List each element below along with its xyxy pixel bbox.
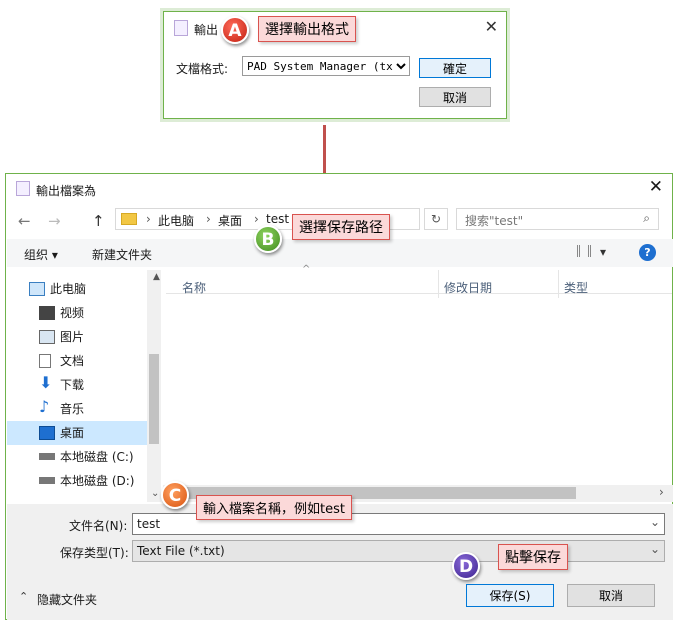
app-icon — [16, 181, 30, 196]
view-icon[interactable] — [577, 245, 591, 257]
chevron-right-icon: › — [146, 212, 151, 226]
search-icon: ⌕ — [643, 211, 650, 225]
chevron-down-icon[interactable]: ⌄ — [650, 542, 660, 556]
column-name[interactable]: 名称 — [182, 279, 206, 296]
step-a-badge: A — [221, 16, 249, 44]
step-a-callout: 選擇輸出格式 — [258, 16, 356, 42]
sidebar-item-label: 视频 — [60, 306, 85, 320]
export-dialog-title: 輸出 — [194, 23, 219, 37]
close-icon[interactable]: ✕ — [649, 177, 663, 197]
cancel-button[interactable]: 取消 — [419, 87, 491, 107]
scroll-right-icon[interactable]: › — [659, 485, 664, 499]
chevron-up-icon[interactable]: ⌃ — [19, 590, 28, 603]
filetype-select[interactable]: Text File (*.txt) ⌄ — [132, 540, 665, 562]
sidebar-scrollbar-thumb[interactable] — [149, 354, 159, 444]
sidebar-item-label: 桌面 — [60, 426, 85, 440]
sidebar-item-downloads[interactable]: ⬇ 下载 — [7, 373, 152, 397]
step-c-callout: 輸入檔案名稱，例如test — [196, 495, 352, 520]
sidebar-item-drive-c[interactable]: 本地磁盘 (C:) — [7, 445, 152, 469]
filetype-label: 保存类型(T): — [60, 546, 129, 560]
organize-button[interactable]: 组织 ▾ — [24, 246, 58, 263]
music-icon: ♪ — [39, 397, 50, 416]
column-type[interactable]: 类型 — [564, 279, 588, 296]
step-d-callout: 點擊保存 — [498, 544, 568, 570]
sidebar-item-music[interactable]: ♪ 音乐 — [7, 397, 152, 421]
sidebar-item-label: 图片 — [60, 330, 85, 344]
filetype-value: Text File (*.txt) — [137, 544, 225, 558]
search-placeholder: 搜索"test" — [465, 214, 524, 228]
breadcrumb-item[interactable]: 桌面 — [218, 212, 242, 229]
folder-icon — [121, 213, 137, 225]
format-select[interactable]: PAD System Manager (txt) — [242, 56, 410, 76]
filename-label: 文件名(N): — [69, 519, 128, 533]
sidebar-item-drive-d[interactable]: 本地磁盘 (D:) — [7, 469, 152, 493]
search-input[interactable]: 搜索"test" ⌕ — [456, 208, 659, 230]
help-icon[interactable]: ? — [639, 244, 656, 261]
desktop-icon — [39, 426, 55, 440]
sidebar-item-label: 文档 — [60, 354, 85, 368]
forward-icon[interactable]: → — [48, 212, 61, 230]
drive-icon — [39, 453, 55, 460]
step-b-badge: B — [254, 225, 282, 253]
sidebar-item-label: 音乐 — [60, 402, 85, 416]
column-date[interactable]: 修改日期 — [444, 279, 492, 296]
close-icon[interactable]: ✕ — [485, 17, 498, 36]
step-d-badge: D — [452, 552, 480, 580]
sort-up-icon: ^ — [302, 264, 311, 275]
sidebar-item-label: 本地磁盘 (D:) — [60, 474, 135, 488]
format-label: 文檔格式: — [176, 62, 229, 76]
chevron-right-icon: › — [206, 212, 211, 226]
filename-value: test — [137, 517, 161, 531]
chevron-down-icon[interactable]: ⌄ — [650, 515, 660, 529]
toolbar: 组织 ▾ 新建文件夹 ▾ ? — [7, 239, 673, 267]
save-dialog-title: 輸出檔案為 — [36, 184, 97, 198]
scroll-up-icon[interactable]: ▲ — [153, 272, 160, 282]
sidebar-item-documents[interactable]: 文档 — [7, 349, 152, 373]
new-folder-button[interactable]: 新建文件夹 — [92, 246, 152, 263]
breadcrumb-item[interactable]: test — [266, 212, 289, 226]
back-icon[interactable]: ← — [18, 212, 31, 230]
file-list-header: 名称 ^ 修改日期 类型 — [166, 264, 672, 298]
save-dialog: 輸出檔案為 ✕ ← → ↑ › 此电脑 › 桌面 › test ↻ 搜索"tes… — [5, 173, 673, 620]
breadcrumb-item[interactable]: 此电脑 — [158, 212, 194, 229]
sidebar-item-desktop[interactable]: 桌面 — [7, 421, 152, 445]
download-icon: ⬇ — [39, 373, 53, 392]
sidebar-item-label: 此电脑 — [50, 282, 87, 296]
navigation-pane: 此电脑 视频 图片 文档 ⬇ 下载 ♪ 音乐 桌面 本地磁盘 (C:) 本地磁盘… — [7, 267, 162, 503]
picture-icon — [39, 330, 55, 344]
app-icon — [174, 20, 188, 36]
ok-button[interactable]: 確定 — [419, 58, 491, 78]
computer-icon — [29, 282, 45, 296]
chevron-down-icon[interactable]: ⌄ — [151, 488, 159, 499]
sidebar-item-this-pc[interactable]: 此电脑 — [7, 277, 152, 301]
view-dropdown[interactable]: ▾ — [600, 245, 606, 259]
up-icon[interactable]: ↑ — [92, 212, 105, 230]
hide-folders-toggle[interactable]: 隐藏文件夹 — [37, 591, 97, 608]
sidebar-item-label: 下载 — [60, 378, 85, 392]
sidebar-item-pictures[interactable]: 图片 — [7, 325, 152, 349]
cancel-button[interactable]: 取消 — [567, 584, 655, 607]
step-c-badge: C — [161, 481, 189, 509]
refresh-icon[interactable]: ↻ — [424, 208, 448, 230]
sidebar-item-videos[interactable]: 视频 — [7, 301, 152, 325]
sidebar-item-label: 本地磁盘 (C:) — [60, 450, 134, 464]
step-b-callout: 選擇保存路径 — [292, 214, 390, 240]
drive-icon — [39, 477, 55, 484]
video-icon — [39, 306, 55, 320]
column-divider[interactable] — [438, 270, 439, 298]
column-divider[interactable] — [558, 270, 559, 298]
chevron-right-icon: › — [254, 212, 259, 226]
save-button[interactable]: 保存(S) — [466, 584, 554, 607]
document-icon — [39, 354, 51, 368]
